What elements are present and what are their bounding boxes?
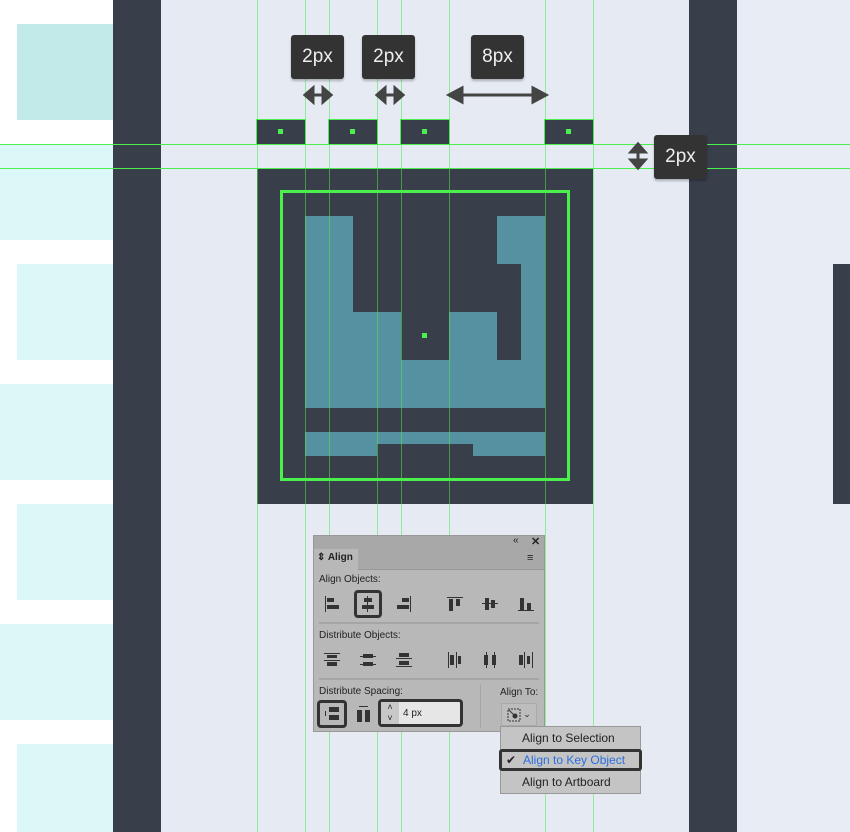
align-horizontal-center-button[interactable] — [354, 590, 382, 618]
vertical-distribute-space-button[interactable] — [317, 700, 347, 728]
align-top-button[interactable] — [441, 590, 469, 618]
checkmark-icon: ✔ — [506, 753, 517, 767]
menu-item-label: Align to Artboard — [522, 775, 611, 789]
tab-align[interactable]: ⇕ Align — [314, 549, 358, 571]
align-objects-label: Align Objects: — [319, 574, 381, 585]
distribute-top-button[interactable] — [318, 646, 346, 674]
menu-item-align-to-key-object[interactable]: ✔ Align to Key Object — [499, 749, 642, 771]
distribute-right-button[interactable] — [512, 646, 540, 674]
stepper-icon[interactable]: ˄ ˅ — [381, 702, 399, 724]
distribute-vertical-center-button[interactable] — [354, 646, 382, 674]
menu-item-label: Align to Key Object — [523, 753, 626, 767]
distribute-left-button[interactable] — [441, 646, 469, 674]
chevron-down-icon: ⌄ — [523, 709, 531, 719]
divider — [480, 684, 481, 728]
tab-label: Align — [327, 552, 353, 563]
align-panel: « ✕ ⇕ Align ≡ Align Objects: Distribute … — [313, 535, 545, 732]
divider — [319, 622, 539, 624]
panel-tabbar: ⇕ Align ≡ — [314, 549, 544, 571]
collapse-icon[interactable]: « — [513, 535, 519, 546]
align-vertical-center-button[interactable] — [476, 590, 504, 618]
close-icon[interactable]: ✕ — [531, 535, 540, 548]
distribute-spacing-label: Distribute Spacing: — [319, 686, 403, 697]
distribute-objects-label: Distribute Objects: — [319, 630, 401, 641]
panel-titlebar[interactable]: « ✕ — [314, 535, 544, 549]
align-left-button[interactable] — [318, 590, 346, 618]
align-bottom-button[interactable] — [512, 590, 540, 618]
spacing-input[interactable]: ˄ ˅ 4 px — [378, 699, 463, 727]
menu-item-label: Align to Selection — [522, 731, 615, 745]
align-to-dropdown[interactable]: ⌄ — [501, 703, 537, 726]
menu-item-align-to-selection[interactable]: Align to Selection — [501, 727, 640, 749]
align-to-menu: Align to Selection ✔ Align to Key Object… — [499, 726, 642, 794]
menu-item-align-to-artboard[interactable]: Align to Artboard — [501, 771, 640, 793]
divider — [319, 678, 539, 680]
tab-arrows-icon: ⇕ — [317, 552, 326, 563]
align-right-button[interactable] — [390, 590, 418, 618]
horizontal-distribute-space-button[interactable] — [350, 700, 378, 728]
panel-menu-icon[interactable]: ≡ — [527, 552, 533, 564]
spacing-value: 4 px — [403, 707, 422, 719]
distribute-horizontal-center-button[interactable] — [476, 646, 504, 674]
distribute-bottom-button[interactable] — [390, 646, 418, 674]
key-object-icon — [507, 708, 521, 721]
align-to-label: Align To: — [500, 687, 539, 698]
